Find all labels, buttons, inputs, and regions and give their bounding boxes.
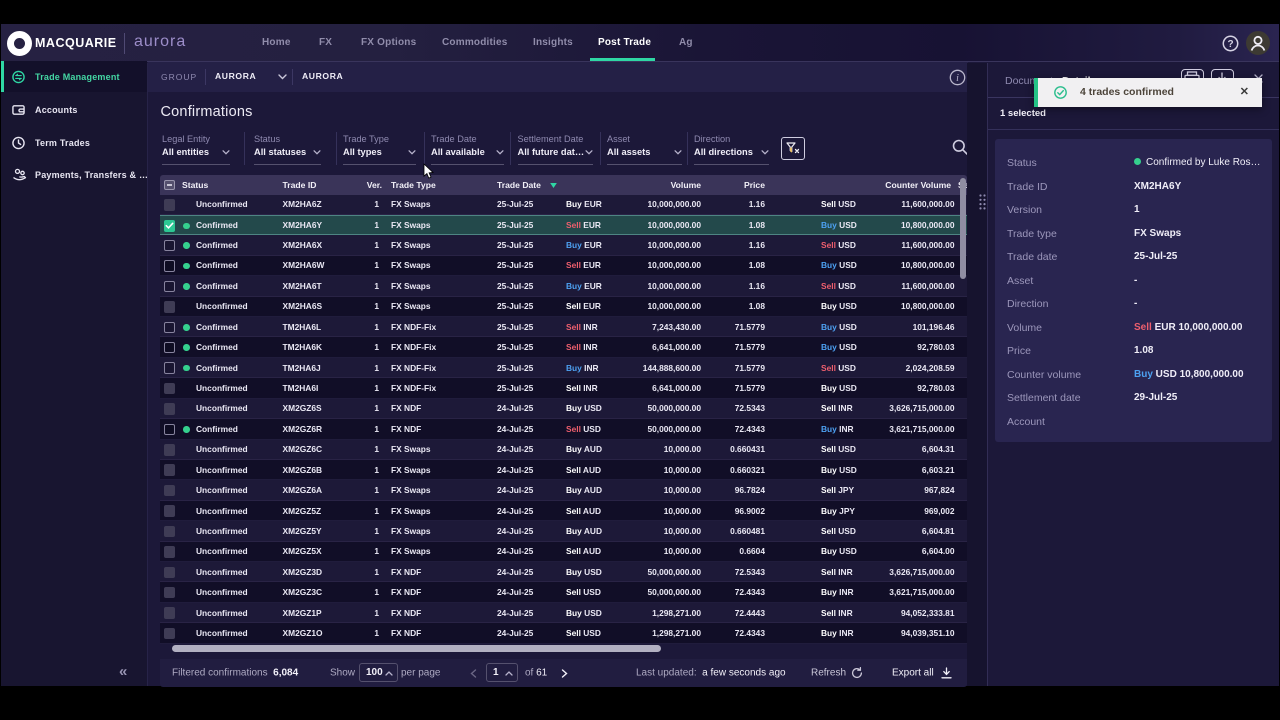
svg-text:?: ? bbox=[1227, 39, 1233, 50]
svg-text:i: i bbox=[956, 73, 959, 84]
